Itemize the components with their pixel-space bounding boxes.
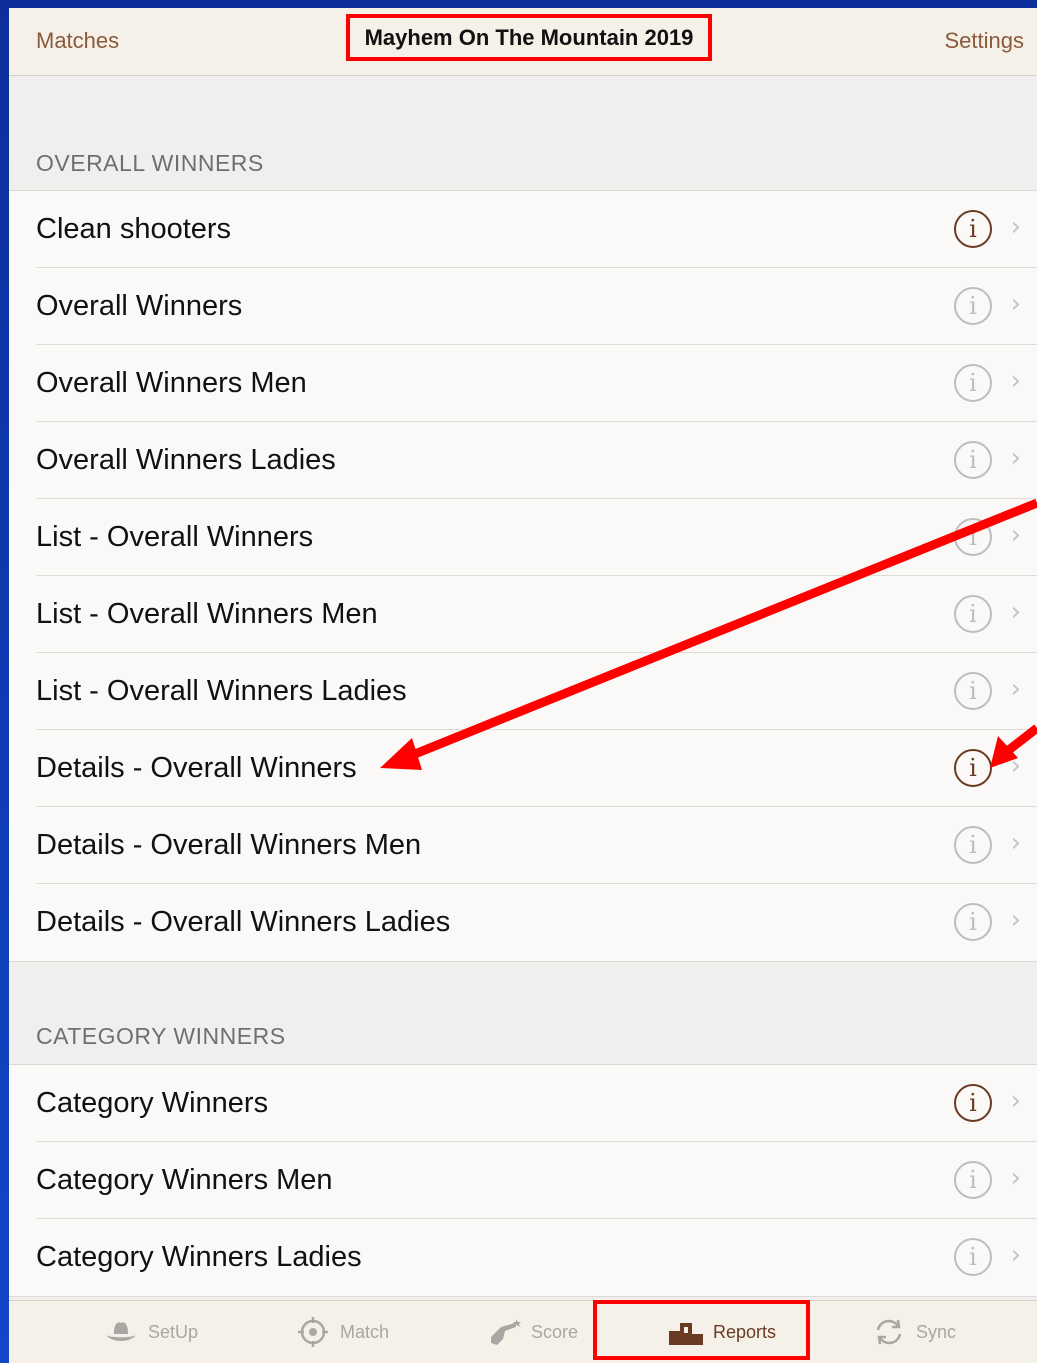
settings-button[interactable]: Settings bbox=[945, 28, 1025, 54]
tab-label: SetUp bbox=[148, 1321, 199, 1342]
tab-match[interactable]: Match bbox=[296, 1317, 389, 1347]
chevron-right-icon: › bbox=[1010, 1240, 1021, 1270]
tab-label: Match bbox=[340, 1321, 390, 1342]
chevron-right-icon: › bbox=[1010, 1163, 1021, 1193]
tab-sync[interactable]: Sync bbox=[872, 1317, 956, 1347]
info-icon[interactable]: i bbox=[954, 1084, 992, 1122]
tab-score[interactable]: Score bbox=[487, 1317, 578, 1347]
tab-setup[interactable]: SetUp bbox=[104, 1317, 198, 1347]
overall-winners-list: Clean shooters i › Overall Winners i › O… bbox=[9, 190, 1037, 962]
page-title: Mayhem On The Mountain 2019 bbox=[346, 14, 712, 61]
list-item-list-overall-winners-ladies[interactable]: List - Overall Winners Ladies i › bbox=[9, 653, 1037, 730]
info-icon[interactable]: i bbox=[954, 903, 992, 941]
section-header-overall-winners: OVERALL WINNERS bbox=[36, 150, 264, 176]
list-item-label: Clean shooters bbox=[36, 213, 232, 245]
info-icon[interactable]: i bbox=[954, 826, 992, 864]
list-item-label: Category Winners bbox=[36, 1087, 269, 1119]
list-item-list-overall-winners-men[interactable]: List - Overall Winners Men i › bbox=[9, 576, 1037, 653]
tab-label: Sync bbox=[916, 1321, 957, 1342]
chevron-right-icon: › bbox=[1010, 212, 1021, 242]
list-item-label: List - Overall Winners bbox=[36, 521, 314, 553]
info-icon[interactable]: i bbox=[954, 364, 992, 402]
list-item-details-overall-winners[interactable]: Details - Overall Winners i › bbox=[9, 730, 1037, 807]
list-item-overall-winners[interactable]: Overall Winners i › bbox=[9, 268, 1037, 345]
info-icon[interactable]: i bbox=[954, 210, 992, 248]
info-icon[interactable]: i bbox=[954, 595, 992, 633]
chevron-right-icon: › bbox=[1010, 674, 1021, 704]
list-item-details-overall-winners-men[interactable]: Details - Overall Winners Men i › bbox=[9, 807, 1037, 884]
sync-icon bbox=[876, 1319, 902, 1345]
list-item-overall-winners-ladies[interactable]: Overall Winners Ladies i › bbox=[9, 422, 1037, 499]
list-item-label: Details - Overall Winners Men bbox=[36, 829, 422, 861]
target-icon bbox=[298, 1317, 328, 1347]
chevron-right-icon: › bbox=[1010, 443, 1021, 473]
list-item-label: Overall Winners bbox=[36, 290, 243, 322]
list-item-category-winners-men[interactable]: Category Winners Men i › bbox=[9, 1142, 1037, 1219]
cowboy-hat-icon bbox=[106, 1322, 136, 1341]
section-header-category-winners: CATEGORY WINNERS bbox=[36, 1023, 286, 1049]
list-item-clean-shooters[interactable]: Clean shooters i › bbox=[9, 191, 1037, 268]
chevron-right-icon: › bbox=[1010, 366, 1021, 396]
navigation-bar: Matches Mayhem On The Mountain 2019 Sett… bbox=[9, 8, 1037, 76]
list-item-details-overall-winners-ladies[interactable]: Details - Overall Winners Ladies i › bbox=[9, 884, 1037, 961]
chevron-right-icon: › bbox=[1010, 597, 1021, 627]
info-icon[interactable]: i bbox=[954, 1161, 992, 1199]
info-icon[interactable]: i bbox=[954, 672, 992, 710]
category-winners-list: Category Winners i › Category Winners Me… bbox=[9, 1064, 1037, 1297]
list-item-label: Overall Winners Ladies bbox=[36, 444, 336, 476]
chevron-right-icon: › bbox=[1010, 289, 1021, 319]
list-item-overall-winners-men[interactable]: Overall Winners Men i › bbox=[9, 345, 1037, 422]
chevron-right-icon: › bbox=[1010, 905, 1021, 935]
info-icon[interactable]: i bbox=[954, 441, 992, 479]
info-icon[interactable]: i bbox=[954, 287, 992, 325]
revolver-icon bbox=[491, 1319, 521, 1345]
info-icon[interactable]: i bbox=[954, 749, 992, 787]
chevron-right-icon: › bbox=[1010, 1086, 1021, 1116]
chevron-right-icon: › bbox=[1010, 520, 1021, 550]
list-item-label: List - Overall Winners Ladies bbox=[36, 675, 407, 707]
app-window: Matches Mayhem On The Mountain 2019 Sett… bbox=[9, 8, 1037, 1363]
list-item-label: Details - Overall Winners Ladies bbox=[36, 906, 451, 938]
list-item-label: Category Winners Ladies bbox=[36, 1241, 362, 1273]
list-item-label: Overall Winners Men bbox=[36, 367, 307, 399]
list-item-list-overall-winners[interactable]: List - Overall Winners i › bbox=[9, 499, 1037, 576]
list-item-label: List - Overall Winners Men bbox=[36, 598, 378, 630]
list-item-label: Category Winners Men bbox=[36, 1164, 333, 1196]
list-item-category-winners[interactable]: Category Winners i › bbox=[9, 1065, 1037, 1142]
list-item-label: Details - Overall Winners bbox=[36, 752, 357, 784]
chevron-right-icon: › bbox=[1010, 828, 1021, 858]
info-icon[interactable]: i bbox=[954, 1238, 992, 1276]
tab-bar: SetUp Match Score Reports Sync bbox=[9, 1300, 1037, 1363]
chevron-right-icon: › bbox=[1010, 751, 1021, 781]
tab-label: Score bbox=[531, 1321, 579, 1342]
info-icon[interactable]: i bbox=[954, 518, 992, 556]
matches-back-button[interactable]: Matches bbox=[36, 28, 119, 54]
list-item-category-winners-ladies[interactable]: Category Winners Ladies i › bbox=[9, 1219, 1037, 1296]
reports-highlight-box bbox=[593, 1300, 810, 1360]
